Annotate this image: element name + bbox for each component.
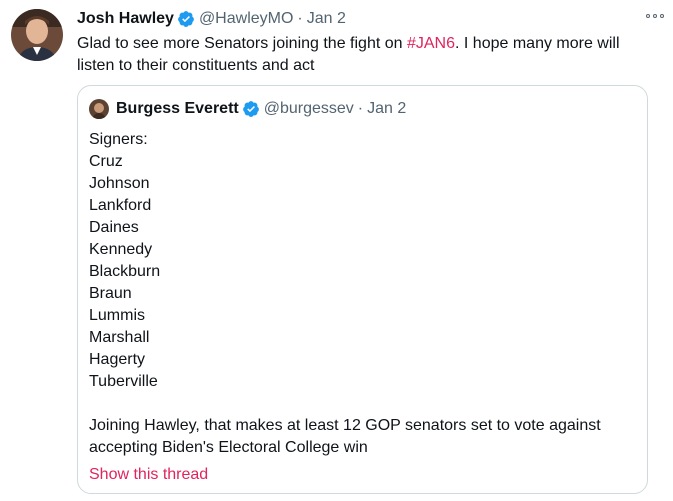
tweet-date[interactable]: Jan 2 xyxy=(307,10,346,28)
quote-line: Tuberville xyxy=(89,373,158,390)
quote-line: Cruz xyxy=(89,153,123,170)
verified-badge-icon xyxy=(177,10,195,28)
quote-line: Blackburn xyxy=(89,263,161,280)
more-dots-icon[interactable] xyxy=(645,10,665,22)
separator-dot: · xyxy=(297,10,303,27)
verified-badge-icon xyxy=(242,100,260,118)
tweet-text-part-1: Glad to see more Senators joining the fi… xyxy=(77,35,407,52)
hashtag-link[interactable]: #JAN6 xyxy=(407,35,455,52)
quote-author-handle: @burgessev xyxy=(263,100,354,117)
quote-line: Lankford xyxy=(89,197,152,214)
quote-line: Braun xyxy=(89,285,132,302)
quote-date: Jan 2 xyxy=(367,100,407,117)
quote-tweet[interactable]: Burgess Everett @burgessev · Jan 2 Signe… xyxy=(77,85,648,494)
tweet-content: Josh Hawley @HawleyMO · Jan 2 Glad to se… xyxy=(77,8,652,77)
quote-line: Johnson xyxy=(89,175,150,192)
quote-line: Daines xyxy=(89,219,139,236)
quote-line: Marshall xyxy=(89,329,150,346)
tweet-text: Glad to see more Senators joining the fi… xyxy=(77,33,652,77)
author-name[interactable]: Josh Hawley xyxy=(77,10,174,28)
quote-summary-line-2: accepting Biden's Electoral College win xyxy=(89,439,368,456)
tweet[interactable]: Josh Hawley @HawleyMO · Jan 2 Glad to se… xyxy=(0,0,673,501)
quote-line: Lummis xyxy=(89,307,146,324)
show-thread-link[interactable]: Show this thread xyxy=(89,466,208,483)
tweet-header: Josh Hawley @HawleyMO · Jan 2 xyxy=(77,8,652,30)
quote-line: Signers: xyxy=(89,131,148,148)
quote-summary-line-1: Joining Hawley, that makes at least 12 G… xyxy=(89,417,601,434)
separator-dot: · xyxy=(357,100,364,117)
author-avatar[interactable] xyxy=(11,9,63,61)
quote-header: Burgess Everett @burgessev · Jan 2 xyxy=(89,99,406,119)
quote-line: Kennedy xyxy=(89,241,153,258)
quote-text: Signers: Cruz Johnson Lankford Daines Ke… xyxy=(89,129,601,486)
quote-author-name: Burgess Everett xyxy=(116,100,239,117)
author-handle[interactable]: @HawleyMO xyxy=(199,10,293,28)
quote-author-avatar xyxy=(89,99,109,119)
quote-line: Hagerty xyxy=(89,351,146,368)
